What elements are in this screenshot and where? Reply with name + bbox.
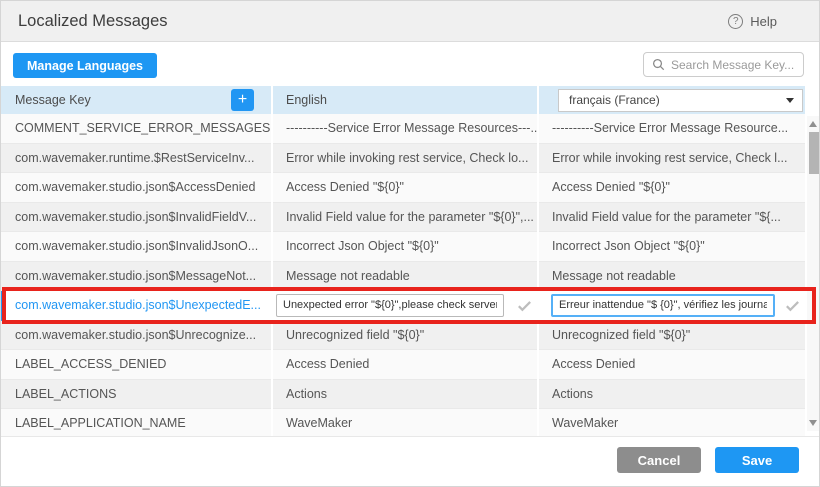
- message-key-cell[interactable]: com.wavemaker.studio.json$AccessDenied: [1, 173, 271, 203]
- table-row[interactable]: com.wavemaker.studio.json$InvalidJsonO..…: [1, 232, 820, 262]
- table-row[interactable]: LABEL_ACCESS_DENIED Access Denied Access…: [1, 350, 820, 380]
- search-input[interactable]: [671, 58, 796, 72]
- manage-languages-button[interactable]: Manage Languages: [13, 53, 157, 78]
- table-row[interactable]: com.wavemaker.runtime.$RestServiceInv...…: [1, 144, 820, 174]
- english-edit-input[interactable]: [276, 294, 504, 317]
- localized-messages-dialog: Localized Messages Help Manage Languages…: [0, 0, 820, 487]
- message-key-cell[interactable]: LABEL_ACTIONS: [1, 380, 271, 410]
- table-row[interactable]: LABEL_APPLICATION_NAME WaveMaker WaveMak…: [1, 409, 820, 438]
- english-cell[interactable]: ----------Service Error Message Resource…: [273, 114, 537, 144]
- language-select[interactable]: français (France): [558, 89, 803, 112]
- french-cell[interactable]: Error while invoking rest service, Check…: [539, 144, 805, 174]
- vertical-scrollbar[interactable]: [807, 116, 820, 431]
- table-row[interactable]: COMMENT_SERVICE_ERROR_MESSAGES ---------…: [1, 114, 820, 144]
- french-cell[interactable]: ----------Service Error Message Resource…: [539, 114, 805, 144]
- cancel-button[interactable]: Cancel: [617, 447, 701, 473]
- english-cell[interactable]: Access Denied: [273, 350, 537, 380]
- message-key-cell[interactable]: COMMENT_SERVICE_ERROR_MESSAGES: [1, 114, 271, 144]
- scroll-down-icon[interactable]: [809, 420, 817, 426]
- add-language-button[interactable]: +: [231, 89, 254, 111]
- help-question-icon: [728, 14, 743, 29]
- toolbar: Manage Languages: [1, 43, 819, 86]
- french-cell[interactable]: Invalid Field value for the parameter "$…: [539, 203, 805, 233]
- french-cell[interactable]: Access Denied: [539, 350, 805, 380]
- french-cell[interactable]: Access Denied "${0}": [539, 173, 805, 203]
- english-cell-selected: [273, 291, 537, 321]
- table-row[interactable]: com.wavemaker.studio.json$Unrecognize...…: [1, 321, 820, 351]
- message-key-cell[interactable]: com.wavemaker.studio.json$InvalidJsonO..…: [1, 232, 271, 262]
- column-header-message-key: Message Key +: [1, 86, 271, 114]
- confirm-check-icon[interactable]: [784, 297, 801, 314]
- column-header-english: English: [273, 86, 537, 114]
- table-header-row: Message Key + English français (France): [1, 86, 820, 114]
- confirm-check-icon[interactable]: [516, 297, 533, 314]
- table-row[interactable]: com.wavemaker.studio.json$AccessDenied A…: [1, 173, 820, 203]
- english-cell[interactable]: Message not readable: [273, 262, 537, 292]
- search-icon: [652, 58, 665, 71]
- message-key-cell-selected[interactable]: com.wavemaker.studio.json$UnexpectedE...: [1, 291, 271, 321]
- english-cell[interactable]: Incorrect Json Object "${0}": [273, 232, 537, 262]
- french-cell[interactable]: Unrecognized field "${0}": [539, 321, 805, 351]
- english-header-label: English: [286, 93, 327, 107]
- table-row[interactable]: com.wavemaker.studio.json$InvalidFieldV.…: [1, 203, 820, 233]
- message-key-cell[interactable]: com.wavemaker.studio.json$Unrecognize...: [1, 321, 271, 351]
- title-bar: Localized Messages Help: [1, 1, 819, 42]
- dropdown-caret-icon: [786, 98, 794, 103]
- message-key-cell[interactable]: com.wavemaker.studio.json$InvalidFieldV.…: [1, 203, 271, 233]
- french-cell[interactable]: Incorrect Json Object "${0}": [539, 232, 805, 262]
- table-row[interactable]: com.wavemaker.studio.json$MessageNot... …: [1, 262, 820, 292]
- scrollbar-thumb[interactable]: [809, 132, 819, 174]
- french-cell[interactable]: Actions: [539, 380, 805, 410]
- english-cell[interactable]: Error while invoking rest service, Check…: [273, 144, 537, 174]
- french-cell[interactable]: WaveMaker: [539, 409, 805, 438]
- message-key-cell[interactable]: com.wavemaker.runtime.$RestServiceInv...: [1, 144, 271, 174]
- english-cell[interactable]: Unrecognized field "${0}": [273, 321, 537, 351]
- scroll-up-icon[interactable]: [809, 121, 817, 127]
- english-cell[interactable]: Actions: [273, 380, 537, 410]
- english-cell[interactable]: WaveMaker: [273, 409, 537, 438]
- help-label: Help: [750, 14, 777, 29]
- french-cell[interactable]: Message not readable: [539, 262, 805, 292]
- message-key-header-label: Message Key: [15, 93, 91, 107]
- french-cell-selected: [539, 291, 805, 321]
- message-key-cell[interactable]: LABEL_APPLICATION_NAME: [1, 409, 271, 438]
- footer-bar: Cancel Save: [1, 436, 819, 486]
- french-edit-input[interactable]: [551, 294, 775, 317]
- table-row[interactable]: LABEL_ACTIONS Actions Actions: [1, 380, 820, 410]
- messages-table: Message Key + English français (France) …: [1, 86, 820, 438]
- table-row-selected[interactable]: com.wavemaker.studio.json$UnexpectedE...: [1, 291, 820, 321]
- save-button[interactable]: Save: [715, 447, 799, 473]
- page-title: Localized Messages: [18, 1, 168, 42]
- language-select-value: français (France): [569, 93, 660, 107]
- english-cell[interactable]: Access Denied "${0}": [273, 173, 537, 203]
- message-key-cell[interactable]: com.wavemaker.studio.json$MessageNot...: [1, 262, 271, 292]
- help-button[interactable]: Help: [728, 1, 777, 42]
- column-header-language: français (France): [539, 86, 805, 114]
- message-key-cell[interactable]: LABEL_ACCESS_DENIED: [1, 350, 271, 380]
- search-box[interactable]: [643, 52, 804, 77]
- english-cell[interactable]: Invalid Field value for the parameter "$…: [273, 203, 537, 233]
